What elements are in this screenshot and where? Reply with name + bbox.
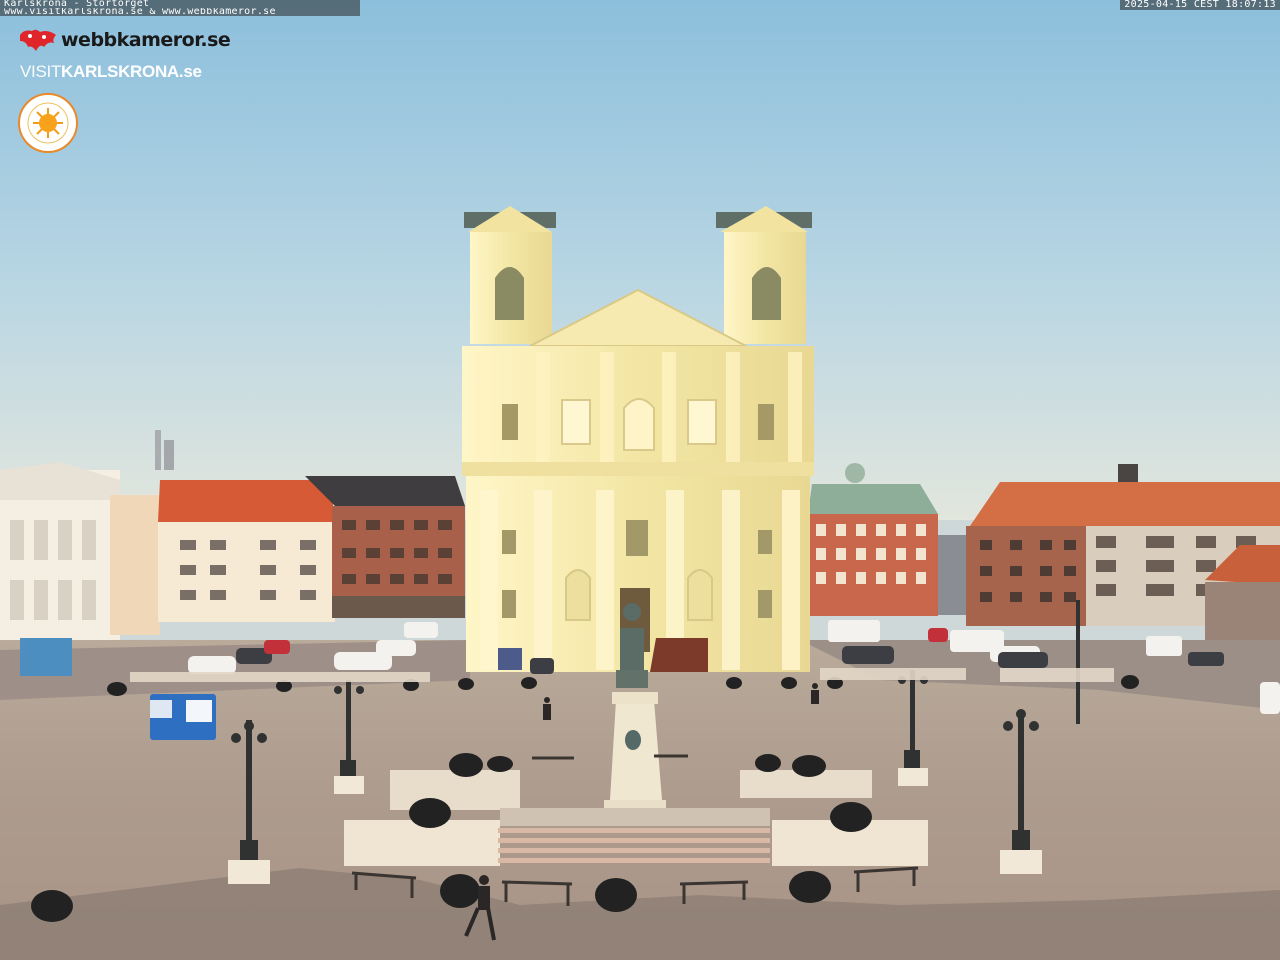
camera-caption: Karlskrona - Stortorget www.visitkarlskr… xyxy=(0,0,360,16)
town-square-photo xyxy=(0,0,1280,960)
visit-name: KARLSKRONA.se xyxy=(61,62,202,81)
timestamp: 2025-04-15 CEST 18:07:13 xyxy=(1120,0,1280,10)
world-map-logo-icon xyxy=(20,29,56,51)
distant-tower xyxy=(155,430,161,470)
webbkameror-logo[interactable]: webbkameror.se xyxy=(18,26,231,54)
webcam-scene xyxy=(0,0,1280,960)
sun-seal-icon xyxy=(18,93,78,153)
visitkarlskrona-logo[interactable]: VISITKARLSKRONA.se xyxy=(20,62,202,82)
caption-urls: www.visitkarlskrona.se & www.webbkameror… xyxy=(4,8,276,16)
visit-prefix: VISIT xyxy=(20,62,62,81)
webbkameror-label: webbkameror.se xyxy=(61,29,231,51)
caption-title: Karlskrona - Stortorget xyxy=(4,0,150,8)
